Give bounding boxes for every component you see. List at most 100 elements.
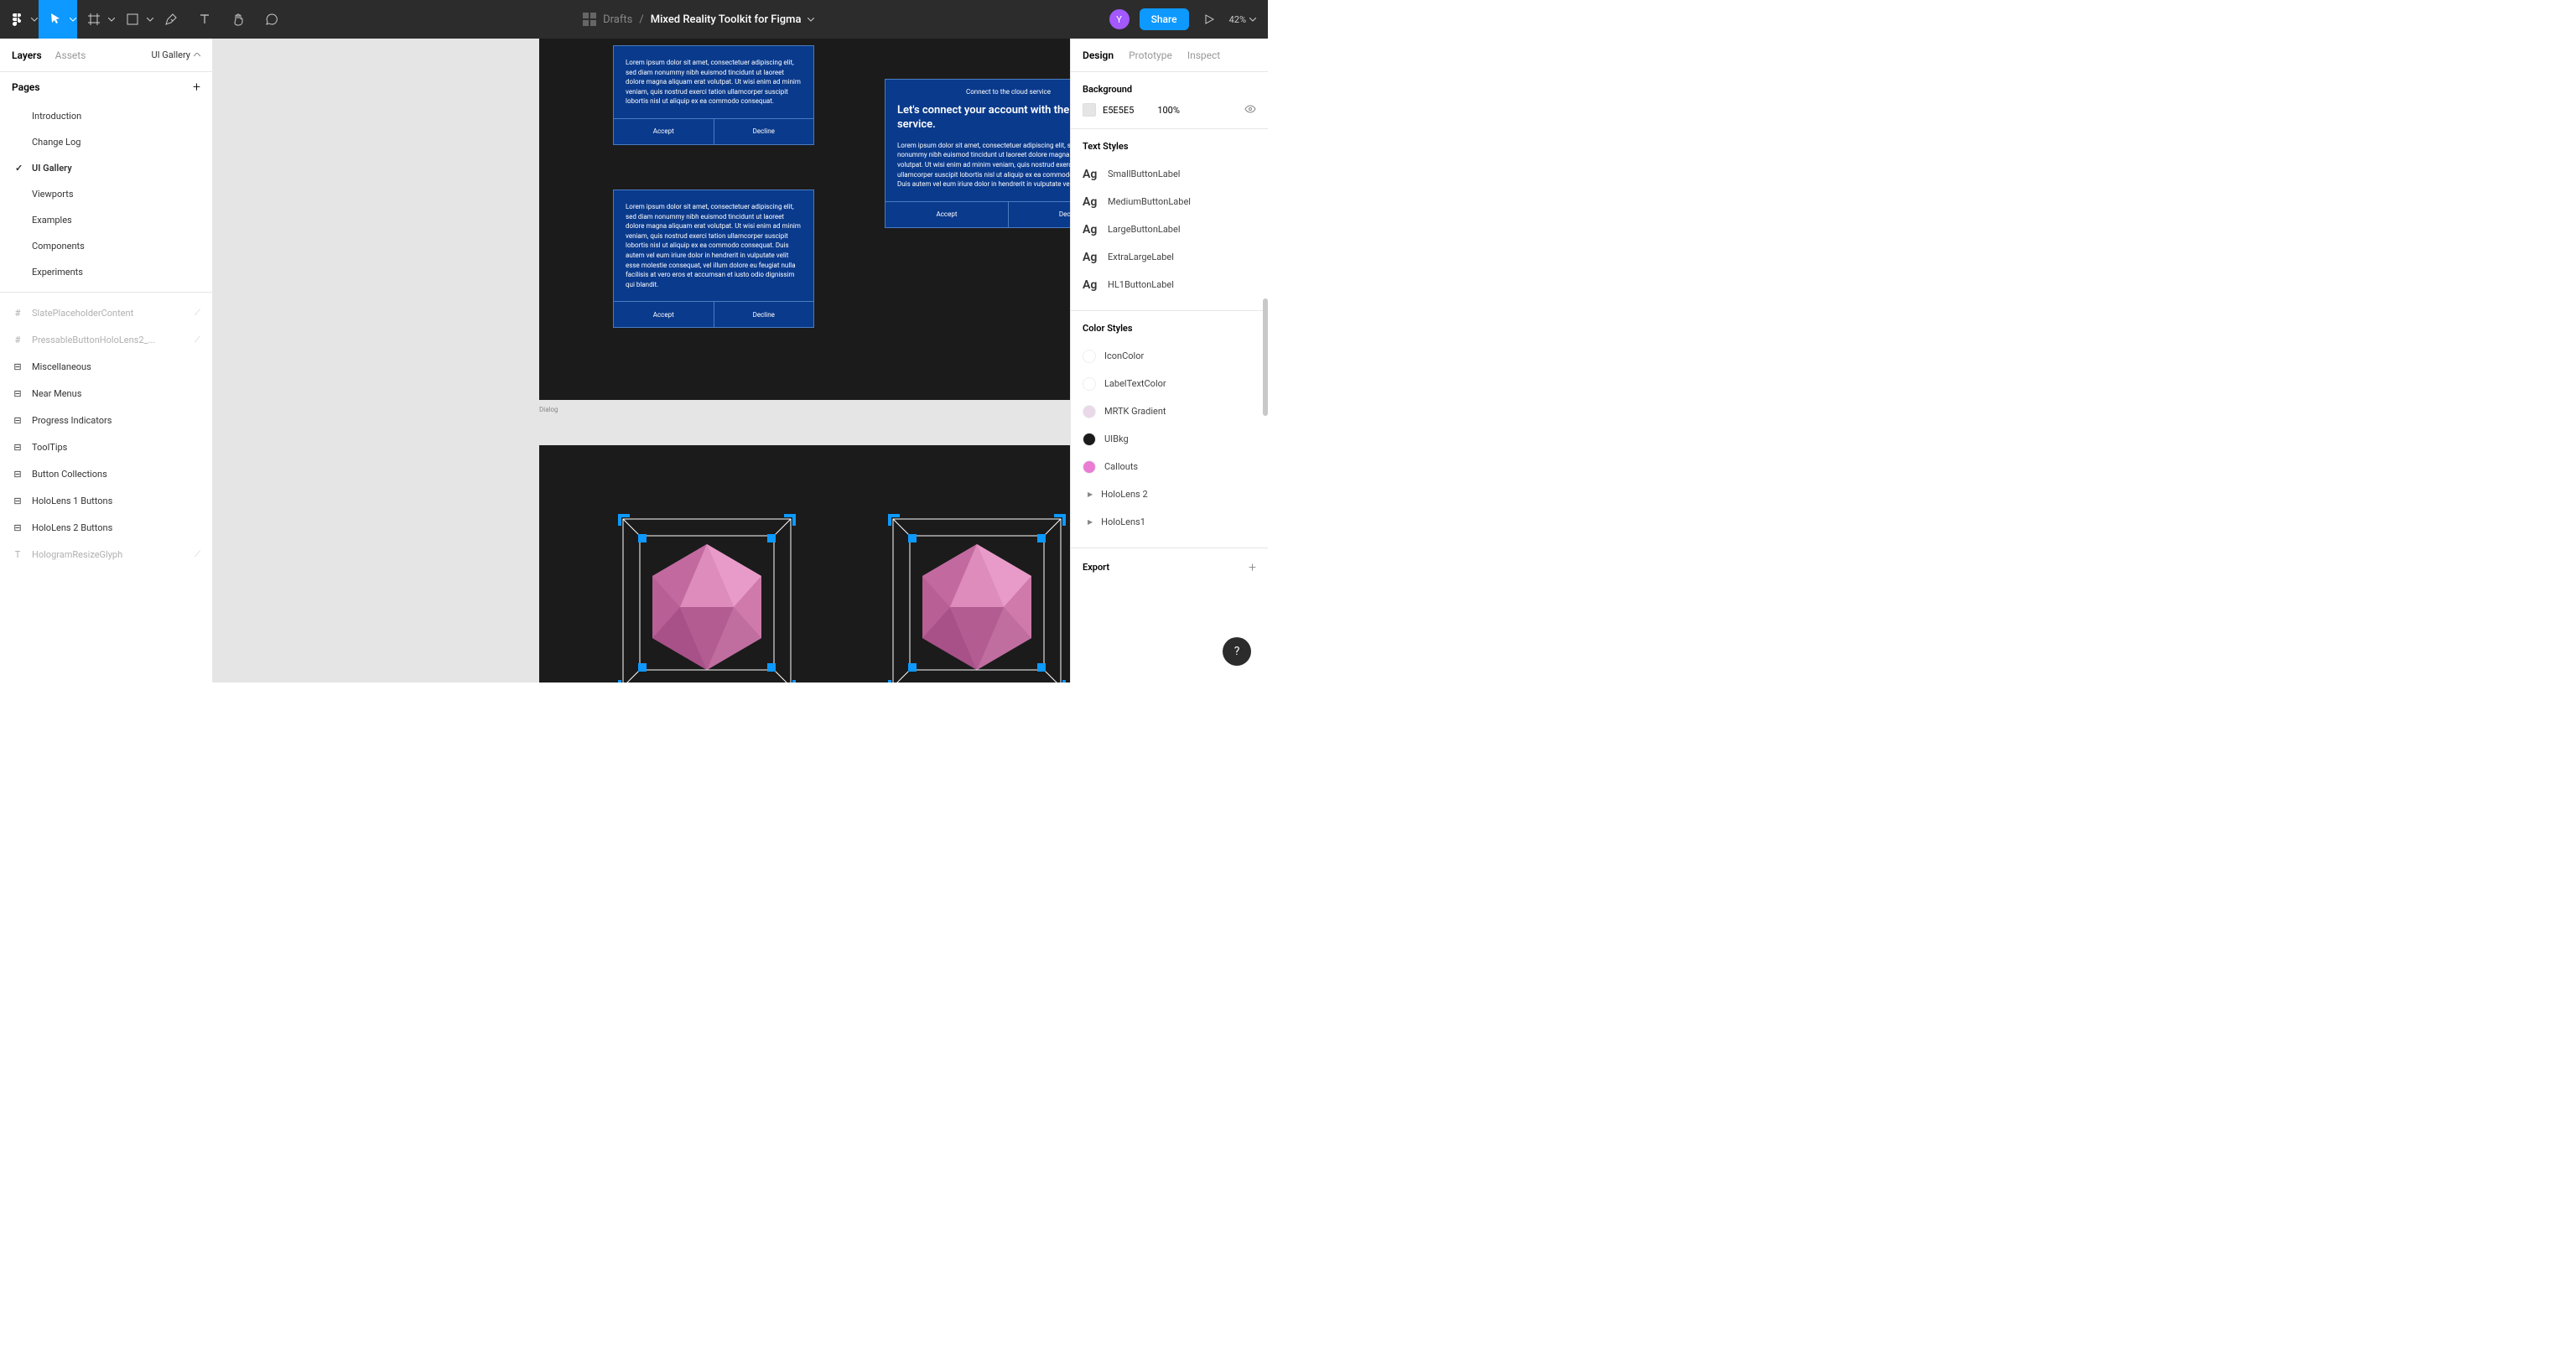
background-opacity[interactable]: 100% [1157, 105, 1180, 116]
hand-tool[interactable] [221, 0, 255, 39]
layer-item[interactable]: ⊟HoloLens 1 Buttons [0, 487, 212, 514]
chevron-down-icon[interactable] [146, 0, 154, 39]
scrollbar[interactable] [1263, 298, 1268, 416]
move-tool[interactable] [39, 0, 72, 39]
right-panel: Design Prototype Inspect Background E5E5… [1070, 39, 1268, 682]
comment-tool[interactable] [255, 0, 288, 39]
tab-prototype[interactable]: Prototype [1129, 49, 1172, 61]
decline-button[interactable]: Decline [714, 119, 814, 144]
accept-button[interactable]: Accept [614, 302, 714, 327]
group-icon: ⊟ [12, 522, 23, 533]
layer-item[interactable]: THologramResizeGlyph⟋ [0, 541, 212, 568]
page-item[interactable]: Components [0, 233, 212, 259]
page-picker[interactable]: UI Gallery [151, 49, 200, 60]
hidden-icon: ⟋ [195, 335, 200, 345]
text-icon: T [12, 549, 23, 560]
background-hex[interactable]: E5E5E5 [1103, 105, 1134, 116]
layer-item[interactable]: ⊟Progress Indicators [0, 407, 212, 433]
breadcrumb-file[interactable]: Mixed Reality Toolkit for Figma [651, 13, 802, 26]
text-style-item[interactable]: AgExtraLargeLabel [1083, 243, 1256, 271]
color-style-item[interactable]: Callouts [1083, 453, 1256, 480]
bounding-box-1[interactable] [615, 511, 799, 682]
accept-button[interactable]: Accept [614, 119, 714, 144]
breadcrumb-folder[interactable]: Drafts [603, 13, 632, 26]
chevron-down-icon [1249, 18, 1256, 22]
canvas[interactable]: Lorem ipsum dolor sit amet, consectetuer… [213, 39, 1070, 682]
layer-item[interactable]: ⊟Near Menus [0, 380, 212, 407]
frame-label[interactable]: Dialog [539, 406, 558, 413]
pen-tool[interactable] [154, 0, 188, 39]
page-item[interactable]: Examples [0, 207, 212, 233]
color-swatch [1083, 377, 1096, 391]
ag-icon: Ag [1083, 195, 1099, 209]
chevron-right-icon: ▶ [1088, 490, 1093, 498]
text-styles-header: Text Styles [1083, 141, 1256, 152]
group-icon: ⊟ [12, 469, 23, 480]
text-style-item[interactable]: AgMediumButtonLabel [1083, 188, 1256, 215]
page-item[interactable]: Experiments [0, 259, 212, 285]
tab-inspect[interactable]: Inspect [1187, 49, 1220, 61]
avatar[interactable]: Y [1109, 9, 1130, 29]
page-item[interactable]: Introduction [0, 103, 212, 129]
tab-layers[interactable]: Layers [12, 49, 42, 61]
text-style-item[interactable]: AgLargeButtonLabel [1083, 215, 1256, 243]
present-button[interactable] [1199, 0, 1219, 39]
chevron-down-icon[interactable] [808, 18, 814, 22]
help-button[interactable]: ? [1223, 637, 1251, 666]
page-item[interactable]: UI Gallery [0, 155, 212, 181]
decline-button[interactable]: Decline [1008, 202, 1070, 227]
add-page-button[interactable]: + [193, 79, 200, 95]
color-swatch [1083, 350, 1096, 363]
chevron-down-icon[interactable] [69, 0, 77, 39]
frame-dialogs[interactable]: Lorem ipsum dolor sit amet, consectetuer… [539, 39, 1070, 400]
figma-menu[interactable] [0, 0, 34, 39]
zoom-control[interactable]: 42% [1229, 14, 1256, 25]
color-style-item[interactable]: UIBkg [1083, 425, 1256, 453]
layer-item[interactable]: #PressableButtonHoloLens2_...⟋ [0, 326, 212, 353]
add-export-button[interactable]: + [1249, 559, 1256, 575]
layer-item[interactable]: ⊟HoloLens 2 Buttons [0, 514, 212, 541]
background-header: Background [1083, 84, 1256, 95]
layer-item[interactable]: #SlatePlaceholderContent⟋ [0, 299, 212, 326]
background-swatch[interactable] [1083, 103, 1096, 117]
frame-holograms[interactable]: › ✕ [539, 445, 1070, 682]
page-item[interactable]: Viewports [0, 181, 212, 207]
tab-assets[interactable]: Assets [55, 49, 86, 61]
group-icon: ⊟ [12, 442, 23, 453]
color-style-item[interactable]: LabelTextColor [1083, 370, 1256, 397]
tab-design[interactable]: Design [1083, 49, 1114, 61]
chevron-right-icon: ▶ [1088, 518, 1093, 526]
document-title[interactable]: Drafts / Mixed Reality Toolkit for Figma [288, 13, 1109, 26]
chevron-down-icon[interactable] [107, 0, 116, 39]
layer-item[interactable]: ⊟Miscellaneous [0, 353, 212, 380]
dialog-small-long[interactable]: Lorem ipsum dolor sit amet, consectetuer… [613, 189, 814, 328]
share-button[interactable]: Share [1140, 8, 1189, 30]
layer-item[interactable]: ⊟Button Collections [0, 460, 212, 487]
shape-tool[interactable] [116, 0, 149, 39]
text-style-item[interactable]: AgSmallButtonLabel [1083, 160, 1256, 188]
top-toolbar: Drafts / Mixed Reality Toolkit for Figma… [0, 0, 1268, 39]
color-swatch [1083, 433, 1096, 446]
hidden-icon: ⟋ [195, 550, 200, 559]
layer-item[interactable]: ⊟ToolTips [0, 433, 212, 460]
ag-icon: Ag [1083, 168, 1099, 181]
page-item[interactable]: Change Log [0, 129, 212, 155]
chevron-up-icon [194, 53, 200, 57]
text-tool[interactable] [188, 0, 221, 39]
accept-button[interactable]: Accept [886, 202, 1008, 227]
color-group[interactable]: ▶HoloLens1 [1083, 508, 1256, 536]
pages-header: Pages [12, 81, 40, 93]
dialog-small-short[interactable]: Lorem ipsum dolor sit amet, consectetuer… [613, 45, 814, 145]
text-style-item[interactable]: AgHL1ButtonLabel [1083, 271, 1256, 298]
color-style-item[interactable]: IconColor [1083, 342, 1256, 370]
decline-button[interactable]: Decline [714, 302, 814, 327]
eye-icon[interactable] [1244, 105, 1256, 116]
dialog-large[interactable]: Connect to the cloud service Let's conne… [885, 79, 1070, 228]
frame-tool[interactable] [77, 0, 111, 39]
chevron-down-icon[interactable] [30, 0, 39, 39]
color-styles-header: Color Styles [1083, 323, 1256, 334]
bounding-box-2[interactable] [885, 511, 1069, 682]
color-style-item[interactable]: MRTK Gradient [1083, 397, 1256, 425]
color-group[interactable]: ▶HoloLens 2 [1083, 480, 1256, 508]
frame-icon: # [12, 335, 23, 345]
